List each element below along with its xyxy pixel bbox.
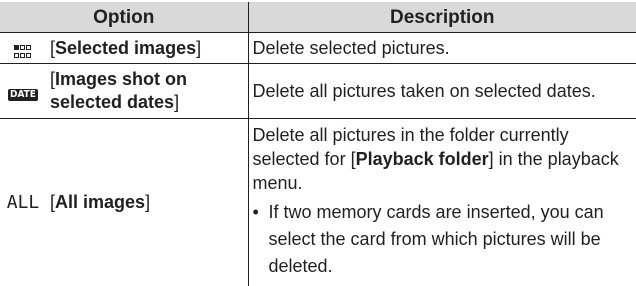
playback-folder-label: Playback folder — [356, 149, 489, 169]
option-name: [All images] — [46, 119, 248, 286]
options-table: Option Description — [0, 2, 636, 286]
bullet-text: If two memory cards are inserted, you ca… — [269, 199, 631, 280]
option-description: Delete selected pictures. — [248, 33, 636, 64]
header-description: Description — [248, 2, 636, 33]
option-name: [Selected images] — [46, 33, 248, 64]
option-icon-cell: ALL — [0, 119, 46, 286]
bullet-marker: • — [253, 199, 269, 226]
option-description: Delete all pictures taken on selected da… — [248, 64, 636, 119]
all-icon: ALL — [7, 191, 40, 214]
option-icon-cell: DATE — [0, 64, 46, 119]
option-description: Delete all pictures in the folder curren… — [248, 119, 636, 286]
date-icon: DATE — [8, 89, 38, 101]
description-paragraph: Delete all pictures in the folder curren… — [253, 123, 631, 195]
option-label: All images — [55, 192, 145, 212]
page: Option Description — [0, 0, 636, 282]
option-label: Images shot on selected dates — [50, 69, 187, 112]
description-bullet: • If two memory cards are inserted, you … — [253, 199, 631, 280]
table-row: [Selected images] Delete selected pictur… — [0, 33, 636, 64]
table-row: DATE [Images shot on selected dates] Del… — [0, 64, 636, 119]
option-name: [Images shot on selected dates] — [46, 64, 248, 119]
option-label: Selected images — [55, 38, 196, 58]
multi-thumbnail-icon — [14, 42, 32, 56]
option-icon-cell — [0, 33, 46, 64]
header-option: Option — [0, 2, 248, 33]
table-row: ALL [All images] Delete all pictures in … — [0, 119, 636, 286]
table-header-row: Option Description — [0, 2, 636, 33]
